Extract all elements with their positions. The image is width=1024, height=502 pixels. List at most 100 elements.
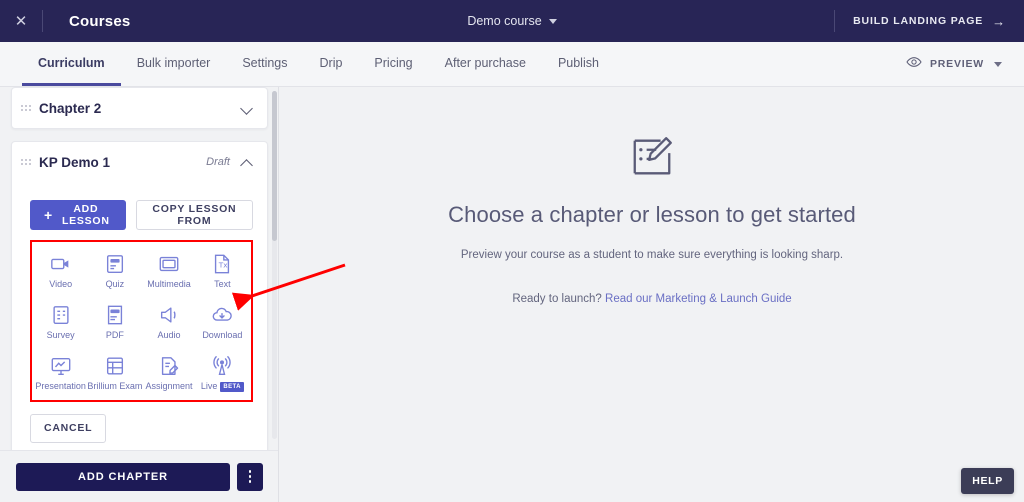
add-chapter-button[interactable]: ADD CHAPTER (16, 462, 230, 491)
lesson-action-row: + ADD LESSON COPY LESSON FROM (12, 182, 267, 230)
topbar-right-divider (834, 10, 836, 32)
plus-icon: + (44, 207, 53, 223)
lesson-type-survey[interactable]: Survey (34, 302, 87, 343)
edit-note-icon (629, 134, 675, 180)
preview-label: PREVIEW (929, 58, 984, 70)
lesson-type-presentation[interactable]: Presentation (34, 353, 87, 394)
multimedia-icon (158, 253, 180, 275)
video-camera-icon (50, 253, 72, 275)
tab-drip[interactable]: Drip (304, 42, 359, 86)
build-landing-page-button[interactable]: BUILD LANDING PAGE → (853, 15, 1006, 28)
lesson-type-label: Multimedia (147, 279, 191, 289)
presentation-icon (50, 355, 72, 377)
preview-button[interactable]: PREVIEW (906, 42, 1024, 86)
tab-label: Bulk importer (136, 55, 211, 70)
tab-label: Publish (557, 55, 599, 70)
chevron-down-icon (994, 61, 1002, 67)
course-name: Demo course (467, 14, 542, 28)
copy-lesson-from-button[interactable]: COPY LESSON FROM (135, 200, 253, 230)
lesson-type-label: Text (214, 279, 231, 289)
lesson-type-video[interactable]: Video (34, 251, 87, 292)
tab-curriculum[interactable]: Curriculum (22, 42, 121, 86)
chapter-row[interactable]: Chapter 2 (12, 88, 267, 128)
tab-bulk-importer[interactable]: Bulk importer (121, 42, 227, 86)
chapter-card[interactable]: Chapter 2 (11, 87, 268, 129)
tab-label: After purchase (444, 55, 526, 70)
pdf-icon (104, 304, 126, 326)
eye-icon (906, 54, 922, 75)
topbar-divider (42, 10, 43, 32)
empty-state-cta: Ready to launch? Read our Marketing & La… (512, 293, 791, 305)
tab-list: Curriculum Bulk importer Settings Drip P… (0, 42, 615, 86)
tab-label: Pricing (374, 55, 413, 70)
lesson-type-pdf[interactable]: PDF (87, 302, 142, 343)
beta-badge: BETA (220, 382, 244, 392)
lesson-type-multimedia[interactable]: Multimedia (142, 251, 195, 292)
tab-pricing[interactable]: Pricing (358, 42, 428, 86)
chapter-title: Chapter 2 (39, 100, 102, 116)
lesson-type-label: Live BETA (200, 380, 244, 392)
lesson-type-label: Download (202, 329, 243, 340)
audio-speaker-icon (158, 304, 180, 326)
add-lesson-button[interactable]: + ADD LESSON (30, 200, 126, 230)
drag-handle-icon[interactable] (21, 159, 31, 165)
lesson-type-text[interactable]: Tx Text (196, 251, 249, 292)
lesson-type-live[interactable]: Live BETA (196, 353, 249, 394)
lesson-row-right: Draft (206, 156, 253, 168)
status-badge: Draft (206, 156, 230, 168)
lesson-type-label: PDF (105, 329, 124, 340)
course-selector[interactable]: Demo course (467, 14, 557, 28)
more-vertical-icon[interactable] (237, 462, 263, 491)
empty-state-title: Choose a chapter or lesson to get starte… (448, 202, 856, 227)
lesson-type-label: Survey (46, 329, 75, 340)
main-empty-state: Choose a chapter or lesson to get starte… (280, 87, 1024, 502)
svg-text:Tx: Tx (218, 261, 228, 270)
lesson-type-quiz[interactable]: Quiz (87, 251, 142, 292)
live-broadcast-icon (211, 355, 233, 377)
cancel-button[interactable]: CANCEL (30, 413, 107, 443)
lesson-type-audio[interactable]: Audio (142, 302, 195, 343)
empty-state-cta-prefix: Ready to launch? (512, 293, 606, 305)
lesson-title: KP Demo 1 (39, 154, 111, 170)
survey-clipboard-icon (50, 304, 72, 326)
build-landing-page-label: BUILD LANDING PAGE (853, 15, 984, 27)
tab-label: Drip (319, 55, 343, 70)
tab-after-purchase[interactable]: After purchase (429, 42, 542, 86)
sidebar-scroll-area: Chapter 2 KP Demo 1 Draft + ADD LESSON C… (0, 87, 278, 450)
chevron-up-icon[interactable] (242, 157, 253, 168)
sidebar-footer: ADD CHAPTER (0, 450, 278, 502)
top-bar: ✕ Courses Demo course BUILD LANDING PAGE… (0, 0, 1024, 42)
arrow-right-icon: → (992, 13, 1006, 29)
quiz-icon (104, 253, 126, 275)
chapter-row-right (242, 103, 253, 114)
lesson-type-label: Video (49, 279, 73, 289)
lesson-type-brillium-exam[interactable]: Brillium Exam (87, 353, 142, 394)
text-document-icon: Tx (211, 253, 233, 275)
marketing-launch-guide-link[interactable]: Read our Marketing & Launch Guide (605, 293, 792, 305)
exam-icon (104, 355, 126, 377)
sidebar-scrollbar-thumb[interactable] (272, 91, 277, 241)
lesson-type-label: Audio (157, 329, 181, 340)
drag-handle-icon[interactable] (21, 105, 31, 111)
lesson-type-assignment[interactable]: Assignment (142, 353, 195, 394)
lesson-row[interactable]: KP Demo 1 Draft (12, 142, 267, 182)
help-button[interactable]: HELP (961, 468, 1014, 494)
tab-publish[interactable]: Publish (542, 42, 615, 86)
page-title: Courses (69, 12, 131, 30)
cloud-download-icon (211, 304, 233, 326)
empty-state-subtitle: Preview your course as a student to make… (460, 249, 844, 261)
tab-bar: Curriculum Bulk importer Settings Drip P… (0, 42, 1024, 87)
lesson-type-label: Assignment (145, 380, 193, 391)
tab-label: Settings (242, 55, 288, 70)
course-builder-screen: ✕ Courses Demo course BUILD LANDING PAGE… (0, 0, 1024, 502)
lesson-type-label: Quiz (105, 279, 125, 289)
lesson-type-label-text: Live (200, 380, 218, 391)
tab-label: Curriculum (38, 55, 105, 70)
lesson-card: KP Demo 1 Draft + ADD LESSON COPY LESSON… (11, 141, 268, 450)
tab-settings[interactable]: Settings (226, 42, 303, 86)
lesson-type-download[interactable]: Download (196, 302, 249, 343)
chevron-down-icon[interactable] (242, 103, 253, 114)
close-icon[interactable]: ✕ (0, 0, 42, 42)
lesson-type-grid: Video Quiz Multimedia Tx Text Survey PDF… (30, 240, 253, 402)
topbar-right-group: BUILD LANDING PAGE → (834, 0, 1024, 42)
